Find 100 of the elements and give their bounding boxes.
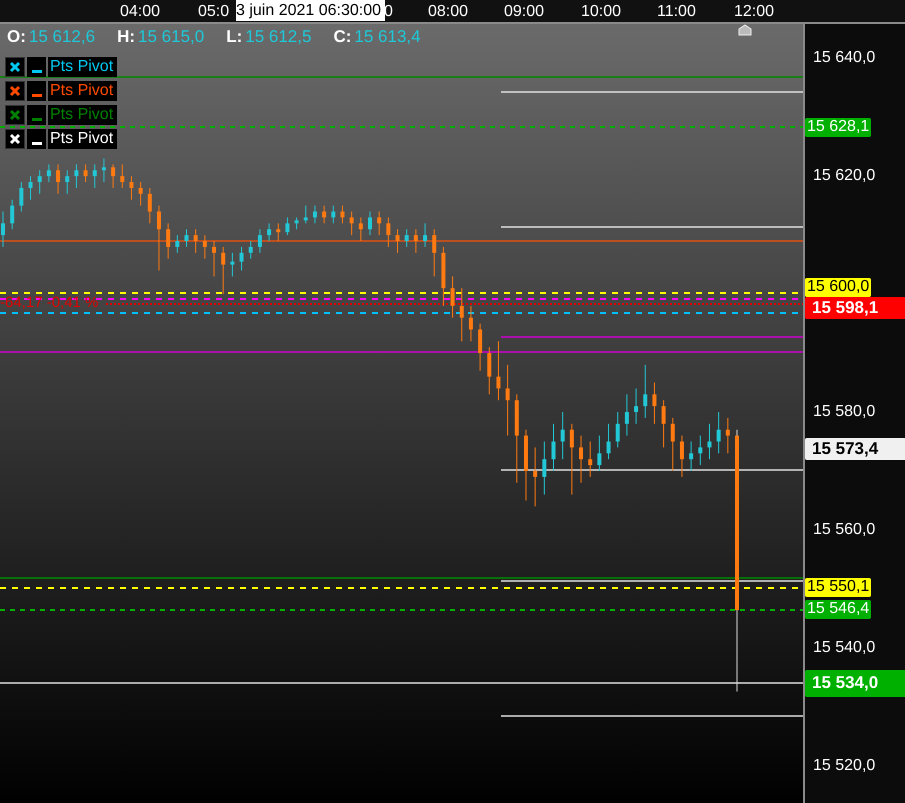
candlestick <box>212 240 216 277</box>
candlestick <box>38 170 42 194</box>
candlestick <box>294 216 299 230</box>
candlestick <box>624 394 629 436</box>
price-tag: 15 534,0 <box>805 670 905 696</box>
candlestick <box>184 228 188 248</box>
candlestick <box>533 446 538 507</box>
candlestick <box>19 182 24 212</box>
candlestick <box>450 276 455 318</box>
candlestick <box>304 205 308 224</box>
candlestick <box>74 164 78 188</box>
candlestick <box>111 164 116 188</box>
time-label: 08:00 <box>428 3 468 21</box>
candlestick <box>468 305 473 342</box>
candlestick <box>662 400 666 448</box>
time-label: 12:00 <box>734 3 774 21</box>
candlestick <box>28 176 33 200</box>
candlestick <box>248 240 253 260</box>
price-tag: 15 546,4 <box>805 600 871 618</box>
candlestick <box>156 205 161 271</box>
line-style-icon[interactable] <box>27 129 46 149</box>
time-label: 10:00 <box>581 3 622 21</box>
candlestick <box>643 364 648 418</box>
candlestick <box>285 216 290 236</box>
candlestick <box>138 182 143 206</box>
ohlc-value: 15 612,6 <box>28 27 96 47</box>
candlestick <box>230 252 234 277</box>
candlestick <box>616 412 620 448</box>
indicator-name: Pts Pivot <box>48 105 118 125</box>
candlestick <box>726 417 730 454</box>
close-button[interactable] <box>5 129 25 149</box>
candlestick <box>377 211 382 236</box>
ohlc-label: L: <box>226 27 242 47</box>
candlestick <box>689 441 694 472</box>
candlestick <box>652 382 656 424</box>
ohlc-label: H: <box>117 27 136 47</box>
candlestick <box>358 216 363 242</box>
price-label: 15 520,0 <box>813 756 876 775</box>
price-label: 15 620,0 <box>813 167 876 186</box>
candlestick <box>478 323 482 372</box>
candlestick <box>552 423 556 472</box>
candlestick <box>432 228 436 277</box>
ohlc-label: O: <box>7 27 26 47</box>
candlestick <box>1 211 5 248</box>
candlestick <box>10 199 14 230</box>
indicator-name: Pts Pivot <box>48 129 118 149</box>
candlestick <box>386 216 390 248</box>
close-button[interactable] <box>5 57 25 77</box>
candlestick <box>707 423 712 460</box>
price-label: 15 540,0 <box>813 638 876 657</box>
candlestick <box>396 228 400 254</box>
candlestick <box>634 388 638 424</box>
candlestick <box>84 164 88 183</box>
candlestick <box>496 340 500 401</box>
indicator-name: Pts Pivot <box>48 81 118 101</box>
price-tag: 15 550,1 <box>805 578 871 596</box>
candlestick <box>506 364 510 436</box>
close-icon[interactable] <box>9 85 21 97</box>
time-label: 09:00 <box>504 3 544 21</box>
candlestick <box>606 423 611 460</box>
candlestick <box>166 222 170 260</box>
candlestick <box>65 170 70 194</box>
price-tag: 15 600,0 <box>805 278 871 296</box>
candlestick <box>148 187 152 224</box>
candlestick <box>487 346 492 395</box>
candlestick <box>404 228 409 248</box>
candlestick <box>542 441 546 496</box>
candlestick <box>670 417 675 472</box>
candlestick <box>258 228 262 254</box>
close-icon[interactable] <box>9 61 21 73</box>
candlestick <box>56 164 60 194</box>
candlestick <box>579 435 584 484</box>
candlestick <box>46 164 51 183</box>
crosshair-time-label: 3 juin 2021 06:30:00 <box>236 0 385 21</box>
candlestick <box>597 435 602 472</box>
candlestick <box>716 412 721 454</box>
candlestick <box>240 246 244 271</box>
candlestick <box>92 164 97 188</box>
line-style-icon[interactable] <box>27 57 46 77</box>
candlestick <box>570 423 574 496</box>
time-label: 11:00 <box>657 3 696 21</box>
candlestick <box>267 222 272 242</box>
candlestick <box>129 176 134 200</box>
candlestick <box>680 435 684 478</box>
candlestick <box>202 234 207 260</box>
price-label: 15 640,0 <box>813 49 876 68</box>
time-label: 0 <box>384 3 393 21</box>
candlestick <box>698 435 702 466</box>
ohlc-value: 15 613,4 <box>354 27 421 47</box>
candlestick <box>560 412 565 460</box>
candlestick <box>194 228 198 254</box>
ohlc-value: 15 612,5 <box>245 27 312 47</box>
time-label: 04:00 <box>120 3 160 21</box>
candlestick <box>368 211 372 236</box>
indicator-name: Pts Pivot <box>48 57 118 77</box>
candlestick <box>312 205 317 224</box>
line-style-icon[interactable] <box>27 81 46 101</box>
price-tag: 15 598,1 <box>805 297 905 319</box>
close-button[interactable] <box>5 81 25 101</box>
ohlc-value: 15 615,0 <box>138 27 204 47</box>
